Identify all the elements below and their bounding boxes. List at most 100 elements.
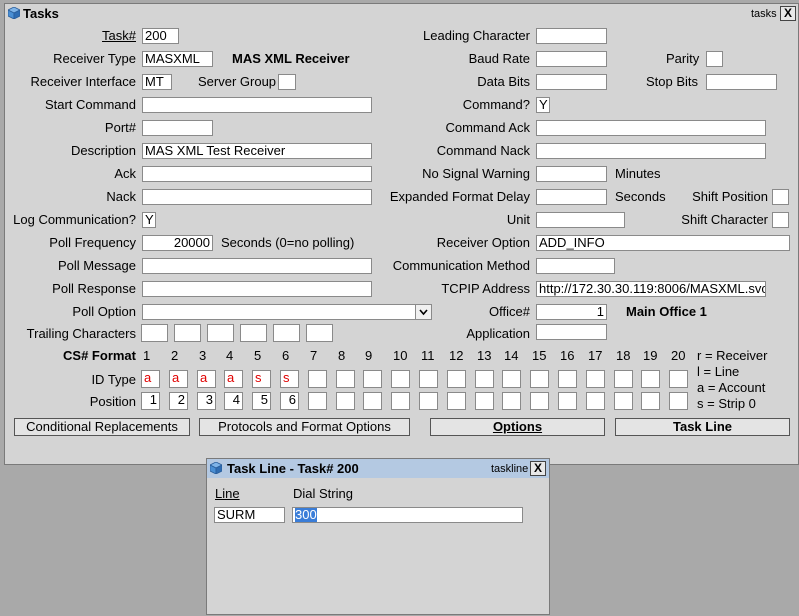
task-number-field[interactable]: 200 [142, 28, 179, 44]
receiver-interface-field[interactable]: MT [142, 74, 172, 90]
cs-column-number: 13 [477, 348, 492, 363]
tcpip-address-field[interactable]: http://172.30.30.119:8006/MASXML.svc/ [536, 281, 766, 297]
port-label: Port# [104, 120, 136, 135]
office-number-field[interactable]: 1 [536, 304, 607, 320]
task-line-button[interactable]: Task Line [615, 418, 790, 436]
position-field[interactable]: 1 [141, 392, 160, 410]
tasks-close-icon[interactable]: X [780, 6, 796, 21]
position-field[interactable] [363, 392, 382, 410]
position-field[interactable] [669, 392, 688, 410]
position-field[interactable]: 3 [197, 392, 216, 410]
position-field[interactable] [530, 392, 549, 410]
id-type-field[interactable]: s [280, 370, 299, 388]
communication-method-field[interactable] [536, 258, 615, 274]
id-type-field[interactable] [447, 370, 466, 388]
poll-message-field[interactable] [142, 258, 372, 274]
id-type-field[interactable] [502, 370, 521, 388]
taskline-titlebar[interactable]: Task Line - Task# 200 taskline X [207, 459, 549, 478]
id-type-field[interactable] [391, 370, 410, 388]
poll-message-label: Poll Message [57, 258, 136, 273]
conditional-replacements-button[interactable]: Conditional Replacements [14, 418, 190, 436]
position-field[interactable] [586, 392, 605, 410]
position-field[interactable] [419, 392, 438, 410]
expanded-format-delay-field[interactable] [536, 189, 607, 205]
protocols-format-options-button[interactable]: Protocols and Format Options [199, 418, 410, 436]
command-ack-field[interactable] [536, 120, 766, 136]
nack-field[interactable] [142, 189, 372, 205]
poll-option-chevron-down-icon[interactable] [415, 305, 431, 319]
id-type-field[interactable] [614, 370, 633, 388]
tasks-window: Tasks tasks X Task# 200 Receiver Type MA… [4, 3, 799, 465]
baud-rate-field[interactable] [536, 51, 607, 67]
data-bits-field[interactable] [536, 74, 607, 90]
id-type-field[interactable]: s [252, 370, 271, 388]
position-field[interactable] [308, 392, 327, 410]
position-field[interactable] [614, 392, 633, 410]
position-field[interactable]: 6 [280, 392, 299, 410]
description-field[interactable]: MAS XML Test Receiver [142, 143, 372, 159]
trailing-char-field-6[interactable] [306, 324, 333, 342]
id-type-field[interactable] [419, 370, 438, 388]
id-type-field[interactable] [669, 370, 688, 388]
trailing-char-field-4[interactable] [240, 324, 267, 342]
legend-receiver: r = Receiver [697, 348, 768, 363]
trailing-char-field-3[interactable] [207, 324, 234, 342]
position-field[interactable]: 4 [224, 392, 243, 410]
poll-frequency-field[interactable]: 20000 [142, 235, 213, 251]
position-field[interactable] [447, 392, 466, 410]
command-nack-field[interactable] [536, 143, 766, 159]
no-signal-warning-field[interactable] [536, 166, 607, 182]
server-group-label: Server Group [198, 74, 277, 89]
position-field[interactable]: 2 [169, 392, 188, 410]
taskline-close-icon[interactable]: X [530, 461, 546, 476]
position-field[interactable] [502, 392, 521, 410]
id-type-field[interactable]: a [224, 370, 243, 388]
line-field[interactable]: SURM [214, 507, 285, 523]
id-type-field[interactable] [475, 370, 494, 388]
position-field[interactable] [391, 392, 410, 410]
shift-position-field[interactable] [772, 189, 789, 205]
id-type-field[interactable] [558, 370, 577, 388]
trailing-char-field-5[interactable] [273, 324, 300, 342]
position-field[interactable] [475, 392, 494, 410]
leading-character-field[interactable] [536, 28, 607, 44]
id-type-field[interactable] [308, 370, 327, 388]
receiver-type-field[interactable]: MASXML [142, 51, 213, 67]
id-type-field[interactable] [641, 370, 660, 388]
shift-character-field[interactable] [772, 212, 789, 228]
command-question-field[interactable]: Y [536, 97, 550, 113]
position-field[interactable]: 5 [252, 392, 271, 410]
id-type-field[interactable] [363, 370, 382, 388]
tasks-titlebar[interactable]: Tasks tasks X [5, 4, 798, 23]
cs-column-number: 14 [504, 348, 519, 363]
stop-bits-field[interactable] [706, 74, 777, 90]
parity-field[interactable] [706, 51, 723, 67]
server-group-field[interactable] [278, 74, 296, 90]
id-type-field[interactable] [336, 370, 355, 388]
trailing-char-field-1[interactable] [141, 324, 168, 342]
position-field[interactable] [558, 392, 577, 410]
id-type-field[interactable]: a [141, 370, 160, 388]
poll-response-field[interactable] [142, 281, 372, 297]
position-field[interactable] [641, 392, 660, 410]
cs-column-number: 8 [338, 348, 346, 363]
receiver-type-desc: MAS XML Receiver [232, 51, 350, 66]
id-type-field[interactable] [586, 370, 605, 388]
port-field[interactable] [142, 120, 213, 136]
description-label: Description [70, 143, 136, 158]
id-type-field[interactable]: a [169, 370, 188, 388]
id-type-field[interactable] [530, 370, 549, 388]
trailing-char-field-2[interactable] [174, 324, 201, 342]
dial-string-field[interactable]: 300 [292, 507, 523, 523]
log-communication-field[interactable]: Y [142, 212, 156, 228]
start-command-field[interactable] [142, 97, 372, 113]
id-type-field[interactable]: a [197, 370, 216, 388]
office-desc: Main Office 1 [626, 304, 707, 319]
options-button[interactable]: Options [430, 418, 605, 436]
ack-field[interactable] [142, 166, 372, 182]
unit-field[interactable] [536, 212, 625, 228]
position-field[interactable] [336, 392, 355, 410]
receiver-option-field[interactable]: ADD_INFO [536, 235, 790, 251]
application-field[interactable] [536, 324, 607, 340]
poll-option-select[interactable] [142, 304, 432, 320]
